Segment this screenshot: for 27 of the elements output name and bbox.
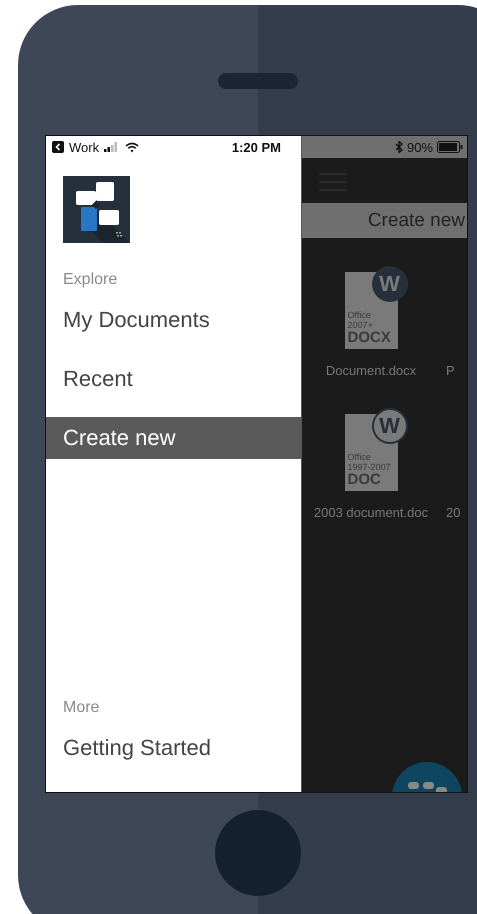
document-label: Office	[348, 452, 372, 462]
word-badge: W	[372, 266, 408, 302]
section-label: More	[62, 699, 100, 717]
document-label: Office	[348, 310, 372, 320]
file-name[interactable]: P	[446, 363, 455, 378]
file-extension: DOCX	[348, 330, 392, 346]
file-name[interactable]: 20	[446, 505, 460, 520]
header-title: Create new	[368, 210, 465, 232]
menu-item[interactable]: My Documents	[46, 299, 301, 341]
battery-icon	[437, 141, 463, 153]
clock-time: 1:20 PM	[232, 140, 281, 154]
menu-item[interactable]: Create new	[46, 417, 301, 459]
battery-percent: 90%	[406, 140, 433, 154]
carrier-label: Work	[69, 140, 100, 154]
menu-item[interactable]: Recent	[46, 358, 301, 400]
back-badge-icon	[52, 141, 64, 153]
file-name[interactable]: Document.docx	[326, 363, 416, 378]
file-name[interactable]: 2003 document.doc	[314, 505, 428, 520]
document-label: 2007+	[348, 320, 374, 330]
bluetooth-icon	[394, 141, 403, 153]
file-extension: DOC	[348, 472, 382, 488]
app-logo-icon	[63, 176, 130, 243]
section-label: Explore	[62, 271, 118, 289]
word-badge: W	[372, 408, 408, 444]
menu-item[interactable]: Getting Started	[46, 727, 301, 769]
wifi-icon	[125, 142, 140, 152]
document-label: 1997-2007	[348, 462, 392, 472]
